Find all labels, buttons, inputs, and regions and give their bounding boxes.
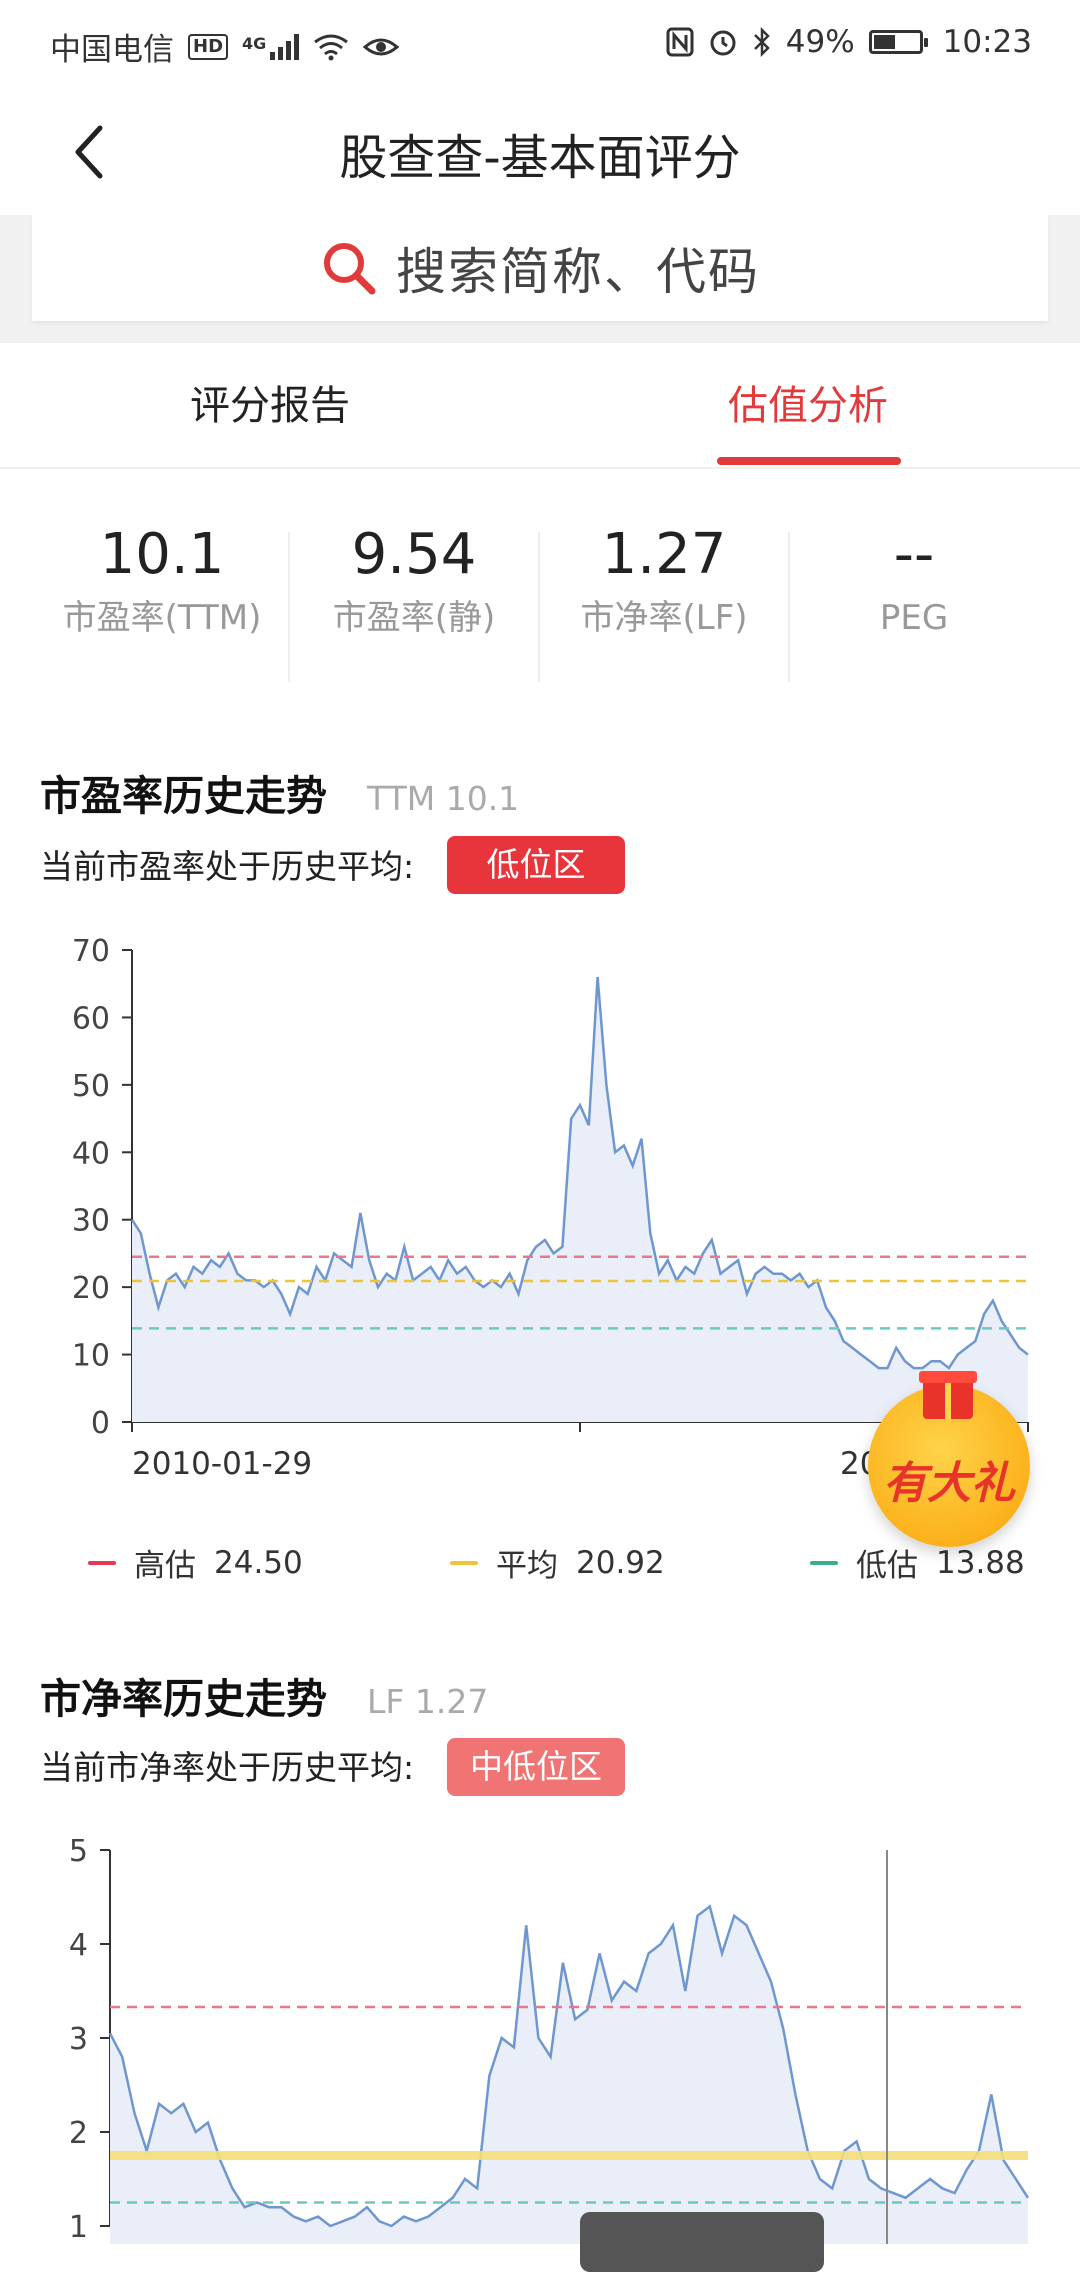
status-left: 中国电信 HD 4G	[50, 24, 400, 69]
tab-valuation-analysis[interactable]: 估值分析	[648, 345, 968, 467]
search-icon	[324, 243, 376, 295]
gift-label: 有大礼	[883, 1458, 1015, 1509]
section-title: 市净率历史走势	[40, 1675, 327, 1723]
status-bar: 中国电信 HD 4G 49% 10:23	[0, 0, 1080, 84]
section-title: 市盈率历史走势	[40, 772, 327, 820]
pe-status-text: 当前市盈率处于历史平均:	[40, 847, 415, 886]
hd-badge: HD	[188, 33, 229, 60]
metric-pb-lf: 1.27 市净率(LF)	[538, 520, 790, 646]
battery-icon	[868, 30, 928, 54]
y-tick-label: 60	[72, 1001, 110, 1036]
nfc-icon	[666, 27, 694, 57]
valuation-metrics: 10.1 市盈率(TTM) 9.54 市盈率(静) 1.27 市净率(LF) -…	[0, 520, 1080, 690]
metric-pe-static: 9.54 市盈率(静)	[288, 520, 540, 646]
metric-value: 1.27	[601, 522, 727, 587]
battery-percent: 49%	[785, 24, 855, 60]
search-input[interactable]: 搜索简称、代码	[32, 215, 1048, 321]
metric-pe-ttm: 10.1 市盈率(TTM)	[36, 520, 288, 646]
x-tick-label: 2010-01-29	[132, 1446, 312, 1482]
legend-average-name: 平均	[496, 1548, 558, 1584]
legend-high-value: 24.50	[214, 1544, 303, 1581]
search-placeholder: 搜索简称、代码	[396, 243, 760, 301]
section-subtitle: TTM 10.1	[367, 779, 520, 818]
metric-label: PEG	[879, 598, 949, 638]
legend-average-value: 20.92	[576, 1544, 665, 1581]
y-tick-label: 20	[72, 1271, 110, 1306]
metric-label: 市净率(LF)	[580, 598, 748, 638]
pe-section-header: 市盈率历史走势 TTM 10.1	[40, 762, 519, 822]
legend-low-value: 13.88	[936, 1544, 1025, 1581]
legend-low: 低估 13.88	[810, 1540, 1025, 1585]
legend-high-name: 高估	[134, 1548, 196, 1584]
network-label: 4G	[242, 33, 267, 53]
page-title: 股查查-基本面评分	[339, 130, 741, 186]
toast-popup	[580, 2212, 824, 2272]
section-subtitle: LF 1.27	[367, 1682, 489, 1721]
metric-value: --	[893, 522, 935, 587]
active-tab-indicator	[717, 457, 901, 465]
pb-status-text: 当前市净率处于历史平均:	[40, 1748, 415, 1787]
y-tick-label: 30	[72, 1204, 110, 1239]
pb-section-header: 市净率历史走势 LF 1.27	[40, 1665, 488, 1725]
series-area	[110, 1906, 1028, 2244]
bluetooth-icon	[753, 27, 770, 57]
metric-peg: -- PEG	[788, 520, 1040, 646]
y-tick-label: 40	[72, 1136, 110, 1171]
wifi-icon	[314, 34, 349, 60]
legend-low-swatch	[810, 1560, 838, 1565]
search-bar-container: 搜索简称、代码	[0, 215, 1080, 343]
y-tick-label: 1	[69, 2210, 88, 2244]
y-tick-label: 3	[69, 2022, 88, 2057]
y-tick-label: 2	[69, 2116, 88, 2151]
pe-status-badge: 低位区	[447, 836, 625, 894]
legend-average-swatch	[450, 1560, 478, 1565]
y-tick-label: 50	[72, 1069, 110, 1104]
pb-status-badge: 中低位区	[447, 1738, 625, 1796]
y-tick-label: 0	[91, 1406, 110, 1441]
legend-high: 高估 24.50	[88, 1540, 303, 1585]
pb-history-chart: 1 2 3 4 5	[69, 1834, 1030, 2244]
metric-value: 10.1	[99, 522, 225, 587]
legend-average: 平均 20.92	[450, 1540, 665, 1585]
legend-low-name: 低估	[856, 1548, 918, 1584]
gift-promo-button[interactable]: 有大礼	[868, 1371, 1030, 1547]
signal-icon: 4G	[242, 33, 300, 60]
legend-high-swatch	[88, 1560, 116, 1565]
tab-score-report[interactable]: 评分报告	[110, 345, 430, 467]
gift-box-icon	[919, 1371, 977, 1419]
y-tick-label: 10	[72, 1339, 110, 1374]
app-header: 股查查-基本面评分	[0, 84, 1080, 214]
y-tick-label: 5	[69, 1834, 88, 1869]
status-right: 49% 10:23	[666, 24, 1032, 60]
metric-value: 9.54	[351, 522, 477, 587]
metric-label: 市盈率(TTM)	[62, 598, 262, 638]
tab-bar: 评分报告 估值分析	[0, 345, 1080, 469]
metric-label: 市盈率(静)	[332, 598, 496, 638]
y-tick-label: 70	[72, 934, 110, 969]
eye-icon	[363, 38, 400, 55]
clock: 10:23	[942, 24, 1032, 60]
carrier-label: 中国电信	[50, 32, 174, 68]
y-tick-label: 4	[69, 1928, 88, 1963]
alarm-icon	[710, 30, 736, 56]
